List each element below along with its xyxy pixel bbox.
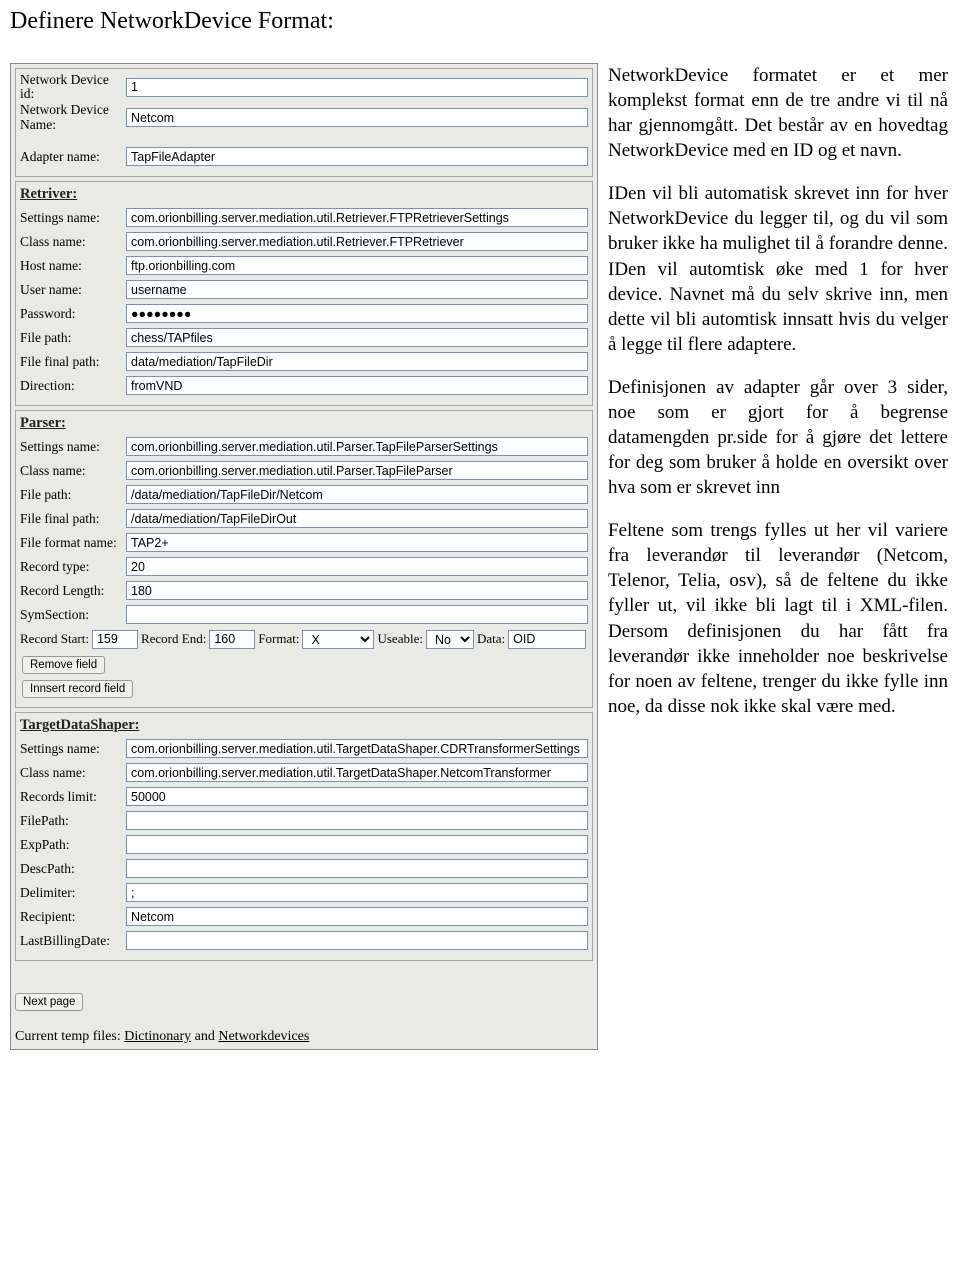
parser-filefinal-label: File final path: <box>20 512 126 526</box>
adapter-name-input[interactable] <box>126 147 588 166</box>
prose-p2: IDen vil bli automatisk skrevet inn for … <box>608 181 948 357</box>
device-id-input[interactable] <box>126 78 588 97</box>
tds-exppath-label: ExpPath: <box>20 838 126 852</box>
parser-recordlength-input[interactable] <box>126 581 588 600</box>
parser-heading: Parser: <box>20 415 588 432</box>
description-column: NetworkDevice formatet er et mer komplek… <box>608 63 948 737</box>
prose-p4: Feltene som trengs fylles ut her vil var… <box>608 518 948 719</box>
retriever-group: Retriver: Settings name: Class name: Hos… <box>15 181 593 406</box>
retriever-class-input[interactable] <box>126 232 588 251</box>
tds-lastbillingdate-label: LastBillingDate: <box>20 934 126 948</box>
temp-files-prefix: Current temp files: <box>15 1029 124 1044</box>
format-select[interactable]: X <box>302 630 374 649</box>
retriever-heading: Retriver: <box>20 186 588 203</box>
tds-delimiter-label: Delimiter: <box>20 886 126 900</box>
parser-recordtype-label: Record type: <box>20 560 126 574</box>
retriever-direction-input[interactable] <box>126 376 588 395</box>
insert-record-field-button[interactable]: Innsert record field <box>22 680 133 698</box>
parser-filepath-label: File path: <box>20 488 126 502</box>
dictionary-link[interactable]: Dictinonary <box>124 1029 191 1044</box>
tds-group: TargetDataShaper: Settings name: Class n… <box>15 712 593 961</box>
parser-settings-input[interactable] <box>126 437 588 456</box>
retriever-host-input[interactable] <box>126 256 588 275</box>
tds-descpath-input[interactable] <box>126 859 588 878</box>
parser-symsection-label: SymSection: <box>20 608 126 622</box>
tds-heading: TargetDataShaper: <box>20 717 588 734</box>
device-name-label: Network Device Name: <box>20 103 126 131</box>
tds-filepath-input[interactable] <box>126 811 588 830</box>
form-panel: Network Device id: Network Device Name: … <box>10 63 598 1050</box>
retriever-user-input[interactable] <box>126 280 588 299</box>
record-start-label: Record Start: <box>20 631 89 647</box>
device-name-input[interactable] <box>126 108 588 127</box>
retriever-filepath-label: File path: <box>20 331 126 345</box>
parser-filepath-input[interactable] <box>126 485 588 504</box>
prose-p1: NetworkDevice formatet er et mer komplek… <box>608 63 948 163</box>
device-id-label: Network Device id: <box>20 73 126 101</box>
tds-descpath-label: DescPath: <box>20 862 126 876</box>
and-text: and <box>191 1029 218 1044</box>
data-input[interactable] <box>508 630 586 649</box>
record-start-input[interactable] <box>92 630 138 649</box>
tds-recordslimit-input[interactable] <box>126 787 588 806</box>
tds-recipient-label: Recipient: <box>20 910 126 924</box>
page-title: Definere NetworkDevice Format: <box>10 8 950 35</box>
parser-recordtype-input[interactable] <box>126 557 588 576</box>
retriever-settings-input[interactable] <box>126 208 588 227</box>
retriever-user-label: User name: <box>20 283 126 297</box>
tds-settings-input[interactable] <box>126 739 588 758</box>
tds-recordslimit-label: Records limit: <box>20 790 126 804</box>
adapter-name-label: Adapter name: <box>20 150 126 164</box>
retriever-direction-label: Direction: <box>20 379 126 393</box>
tds-class-label: Class name: <box>20 766 126 780</box>
tds-filepath-label: FilePath: <box>20 814 126 828</box>
record-end-input[interactable] <box>209 630 255 649</box>
useable-select[interactable]: No <box>426 630 474 649</box>
retriever-filefinal-input[interactable] <box>126 352 588 371</box>
parser-settings-label: Settings name: <box>20 440 126 454</box>
retriever-host-label: Host name: <box>20 259 126 273</box>
tds-lastbillingdate-input[interactable] <box>126 931 588 950</box>
parser-symsection-input[interactable] <box>126 605 588 624</box>
remove-field-button[interactable]: Remove field <box>22 656 105 674</box>
retriever-settings-label: Settings name: <box>20 211 126 225</box>
next-page-button[interactable]: Next page <box>15 993 83 1011</box>
parser-class-input[interactable] <box>126 461 588 480</box>
retriever-filefinal-label: File final path: <box>20 355 126 369</box>
tds-exppath-input[interactable] <box>126 835 588 854</box>
parser-class-label: Class name: <box>20 464 126 478</box>
prose-p3: Definisjonen av adapter går over 3 sider… <box>608 375 948 500</box>
tds-recipient-input[interactable] <box>126 907 588 926</box>
parser-group: Parser: Settings name: Class name: File … <box>15 410 593 708</box>
networkdevices-link[interactable]: Networkdevices <box>218 1029 309 1044</box>
tds-class-input[interactable] <box>126 763 588 782</box>
useable-label: Useable: <box>377 631 422 647</box>
parser-fileformat-input[interactable] <box>126 533 588 552</box>
parser-fileformat-label: File format name: <box>20 536 126 550</box>
retriever-filepath-input[interactable] <box>126 328 588 347</box>
device-group: Network Device id: Network Device Name: … <box>15 68 593 177</box>
retriever-class-label: Class name: <box>20 235 126 249</box>
tds-delimiter-input[interactable] <box>126 883 588 902</box>
data-label: Data: <box>477 631 505 647</box>
parser-recordlength-label: Record Length: <box>20 584 126 598</box>
format-label: Format: <box>258 631 299 647</box>
temp-files-text: Current temp files: Dictinonary and Netw… <box>15 1029 593 1045</box>
tds-settings-label: Settings name: <box>20 742 126 756</box>
retriever-password-label: Password: <box>20 307 126 321</box>
retriever-password-input[interactable] <box>126 304 588 323</box>
parser-filefinal-input[interactable] <box>126 509 588 528</box>
record-end-label: Record End: <box>141 631 206 647</box>
